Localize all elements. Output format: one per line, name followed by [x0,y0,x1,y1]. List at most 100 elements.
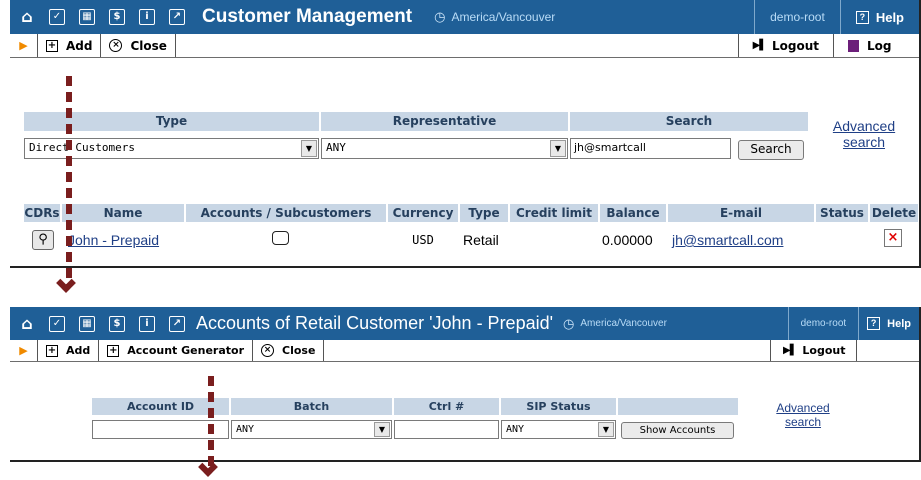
flow-arrow-head [56,273,76,293]
add-button[interactable]: + Add [38,34,102,57]
col-email: E-mail [668,204,814,222]
timezone-label: America/Vancouver [451,10,556,24]
representative-value: ANY [326,141,346,154]
close-button[interactable]: × Close [253,340,325,361]
delete-icon[interactable]: × [884,229,902,247]
advanced-search-line2: search [784,415,822,429]
clock-icon: ◷ [434,9,446,24]
help-button[interactable]: ? Help [858,307,919,340]
plus-icon: + [107,344,120,357]
col-delete: Delete [870,204,918,222]
help-icon: ? [855,10,869,24]
clock-icon: ◷ [563,315,575,331]
user-name[interactable]: demo-root [754,0,840,34]
help-icon: ? [867,317,881,330]
sip-status-header: SIP Status [501,398,616,415]
dollar-icon[interactable]: $ [109,315,125,332]
col-credit-limit: Credit limit [510,204,598,222]
home-icon[interactable]: ⌂ [19,9,35,25]
blank-header [618,398,738,415]
batch-header: Batch [231,398,392,415]
logout-button[interactable]: ▶▌ Logout [771,340,857,361]
page-title: Accounts of Retail Customer 'John - Prep… [196,313,554,333]
help-label: Help [875,9,904,25]
add-button[interactable]: + Add [38,340,100,361]
chevron-down-icon: ▼ [550,140,566,157]
type-cell: Retail [463,232,499,248]
log-label: Log [867,38,892,53]
info-icon[interactable]: i [139,9,155,25]
toolbar: ▶ + Add + Account Generator × Close ▶▌ Logou… [10,340,919,362]
sip-status-value: ANY [506,424,525,435]
close-icon: × [261,344,274,357]
chart-icon[interactable]: ↗ [169,9,185,25]
advanced-search-link[interactable]: Advanced search [824,118,904,150]
col-accounts: Accounts / Subcustomers [186,204,386,222]
plus-icon: + [46,344,58,357]
log-button[interactable]: Log [834,34,919,57]
plus-icon: + [46,39,58,52]
checkbox-icon[interactable]: ✓ [49,9,65,25]
advanced-search-line1: Advanced [832,118,896,134]
advanced-search-line2: search [842,134,886,150]
toolbar-spacer [324,340,771,361]
currency-cell: USD [412,233,434,247]
advanced-search-link[interactable]: Advanced search [768,401,838,429]
accounts-icon[interactable] [272,231,289,245]
logout-button[interactable]: ▶▌ Logout [739,34,834,57]
logout-label: Logout [771,38,819,53]
play-icon[interactable]: ▶ [10,34,38,57]
page-title: Customer Management [202,6,413,27]
grid-icon[interactable]: ▦ [79,9,95,25]
search-button[interactable]: Search [738,140,804,160]
flow-arrow-line [66,76,72,286]
title-bar: ⌂ ✓ ▦ $ i ↗ Customer Management ◷ America… [10,0,919,34]
grid-icon[interactable]: ▦ [79,315,95,332]
representative-select[interactable]: ANY ▼ [321,138,568,159]
credit-limit-cell [510,230,598,250]
flow-arrow-line [208,376,214,466]
play-icon[interactable]: ▶ [10,340,38,361]
show-accounts-button[interactable]: Show Accounts [621,422,734,439]
ctrl-input[interactable] [394,420,499,439]
logout-icon: ▶▌ [783,345,797,356]
col-status: Status [816,204,868,222]
customer-management-window: ⌂ ✓ ▦ $ i ↗ Customer Management ◷ America… [10,0,921,268]
col-name: Name [62,204,184,222]
close-button[interactable]: × Close [101,34,176,57]
col-cdrs: CDRs [24,204,60,222]
user-name[interactable]: demo-root [787,307,859,340]
checkbox-icon[interactable]: ✓ [49,315,65,332]
accounts-window: ⌂ ✓ ▦ $ i ↗ Accounts of Retail Customer … [10,307,921,462]
col-currency: Currency [388,204,458,222]
balance-cell: 0.00000 [602,232,653,248]
customer-name-link[interactable]: John - Prepaid [68,230,159,250]
chevron-down-icon: ▼ [598,422,614,437]
type-value: Direct Customers [29,141,135,154]
timezone[interactable]: ◷ America/Vancouver [563,316,667,332]
advanced-search-line1: Advanced [776,401,830,415]
help-button[interactable]: ? Help [839,0,919,34]
batch-select[interactable]: ANY ▼ [231,420,392,439]
chart-icon[interactable]: ↗ [169,315,185,332]
toolbar-spacer [176,34,739,57]
add-label: Add [66,38,93,53]
col-balance: Balance [600,204,666,222]
help-label: Help [887,317,911,330]
dollar-icon[interactable]: $ [109,9,125,25]
ctrl-header: Ctrl # [394,398,499,415]
sip-status-select[interactable]: ANY ▼ [501,420,616,439]
info-icon[interactable]: i [139,315,155,332]
email-link[interactable]: jh@smartcall.com [672,230,783,250]
toolbar: ▶ + Add × Close ▶▌ Logout Log [10,34,919,58]
representative-header: Representative [321,112,568,131]
col-type: Type [460,204,508,222]
timezone[interactable]: ◷ America/Vancouver [434,9,555,25]
search-input[interactable]: jh@smartcall [570,138,731,159]
account-generator-label: Account Generator [127,344,244,357]
search-header: Search [570,112,808,131]
add-label: Add [66,344,91,357]
home-icon[interactable]: ⌂ [19,315,35,332]
account-generator-button[interactable]: + Account Generator [99,340,253,361]
magnifier-icon[interactable]: ⚲ [32,230,54,250]
